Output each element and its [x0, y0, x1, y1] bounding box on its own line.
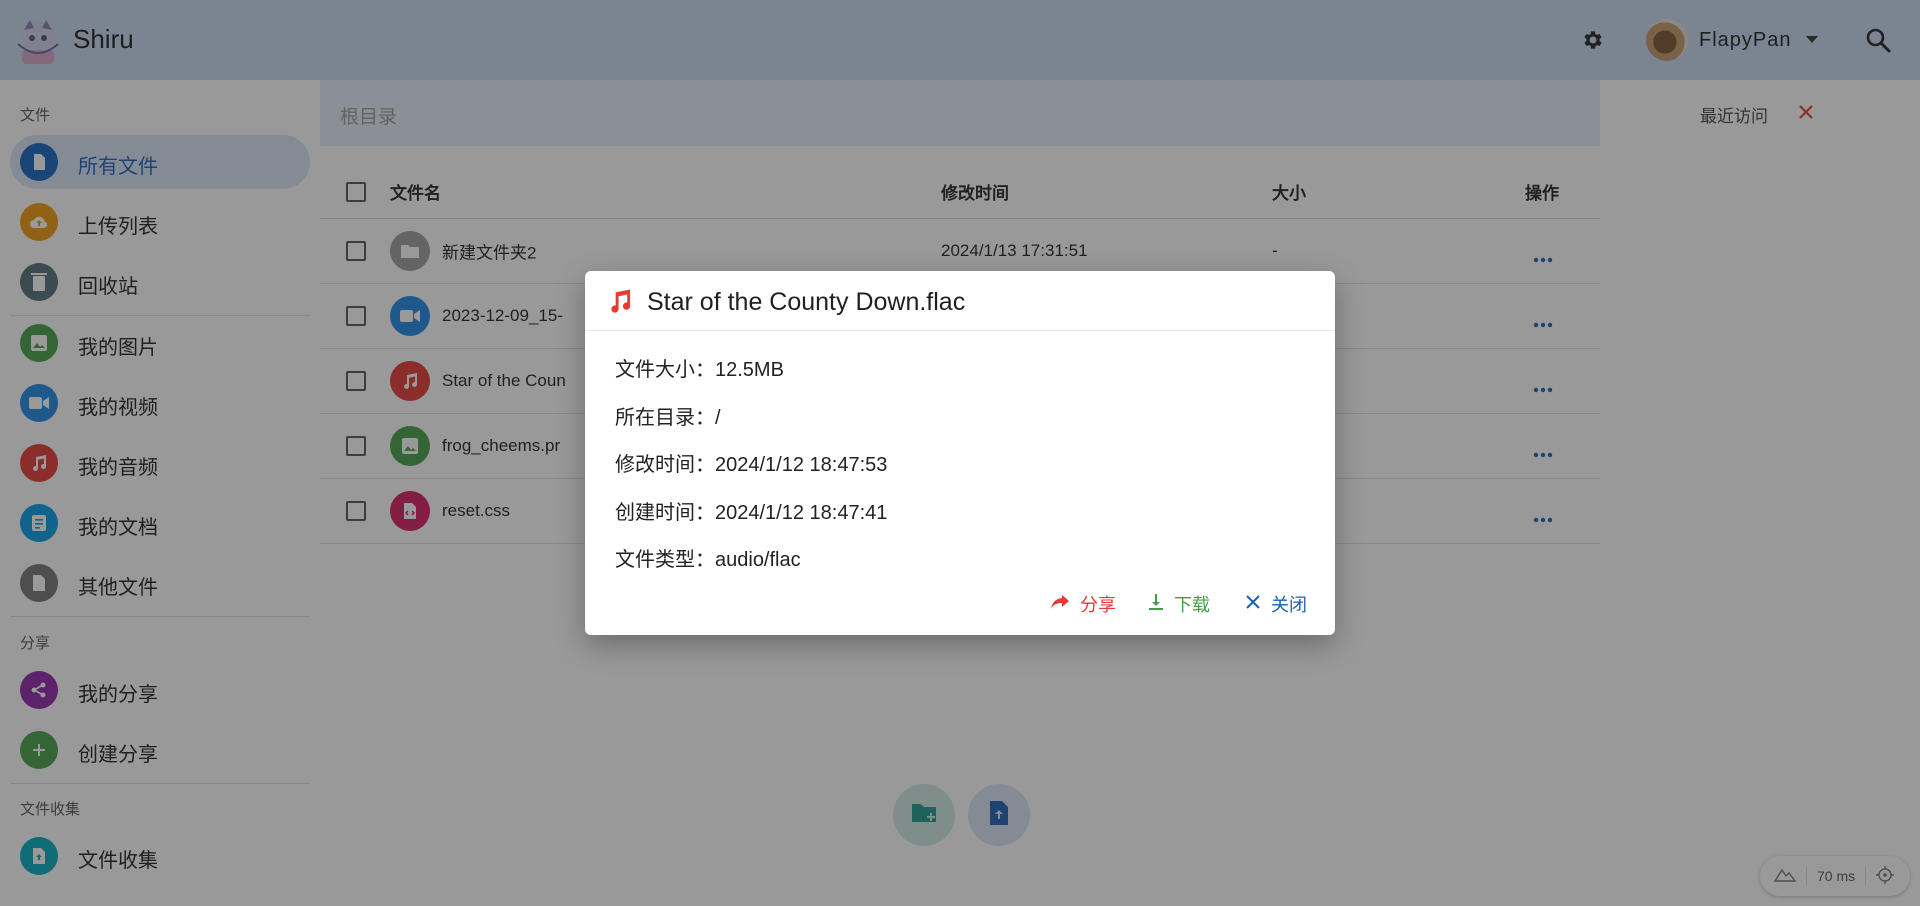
music-note-icon — [607, 288, 633, 314]
share-label: 分享 — [1080, 595, 1116, 615]
info-key: 所在目录： — [615, 407, 715, 429]
download-label: 下载 — [1174, 595, 1210, 615]
close-label: 关闭 — [1271, 595, 1307, 615]
info-key: 修改时间： — [615, 454, 715, 476]
download-button[interactable]: 下载 — [1148, 591, 1210, 617]
info-key: 文件类型： — [615, 549, 715, 571]
info-row-size: 文件大小：12.5MB — [615, 353, 784, 382]
info-row-created: 创建时间：2024/1/12 18:47:41 — [615, 496, 887, 525]
share-arrow-icon — [1050, 594, 1080, 615]
dialog-header: Star of the County Down.flac — [585, 271, 1335, 331]
share-button[interactable]: 分享 — [1050, 591, 1116, 617]
info-row-type: 文件类型：audio/flac — [615, 543, 801, 572]
file-info-dialog: Star of the County Down.flac 文件大小：12.5MB… — [585, 271, 1335, 635]
info-value: 2024/1/12 18:47:41 — [715, 502, 888, 524]
info-value: / — [715, 407, 721, 429]
download-icon — [1148, 593, 1174, 616]
info-key: 文件大小： — [615, 359, 715, 381]
dialog-title: Star of the County Down.flac — [647, 288, 966, 316]
close-icon — [1245, 594, 1271, 615]
info-value: 2024/1/12 18:47:53 — [715, 454, 888, 476]
close-button[interactable]: 关闭 — [1245, 591, 1307, 617]
info-row-directory: 所在目录：/ — [615, 401, 721, 430]
info-row-modified: 修改时间：2024/1/12 18:47:53 — [615, 448, 887, 477]
info-value: audio/flac — [715, 549, 801, 571]
info-key: 创建时间： — [615, 502, 715, 524]
info-value: 12.5MB — [715, 359, 784, 381]
